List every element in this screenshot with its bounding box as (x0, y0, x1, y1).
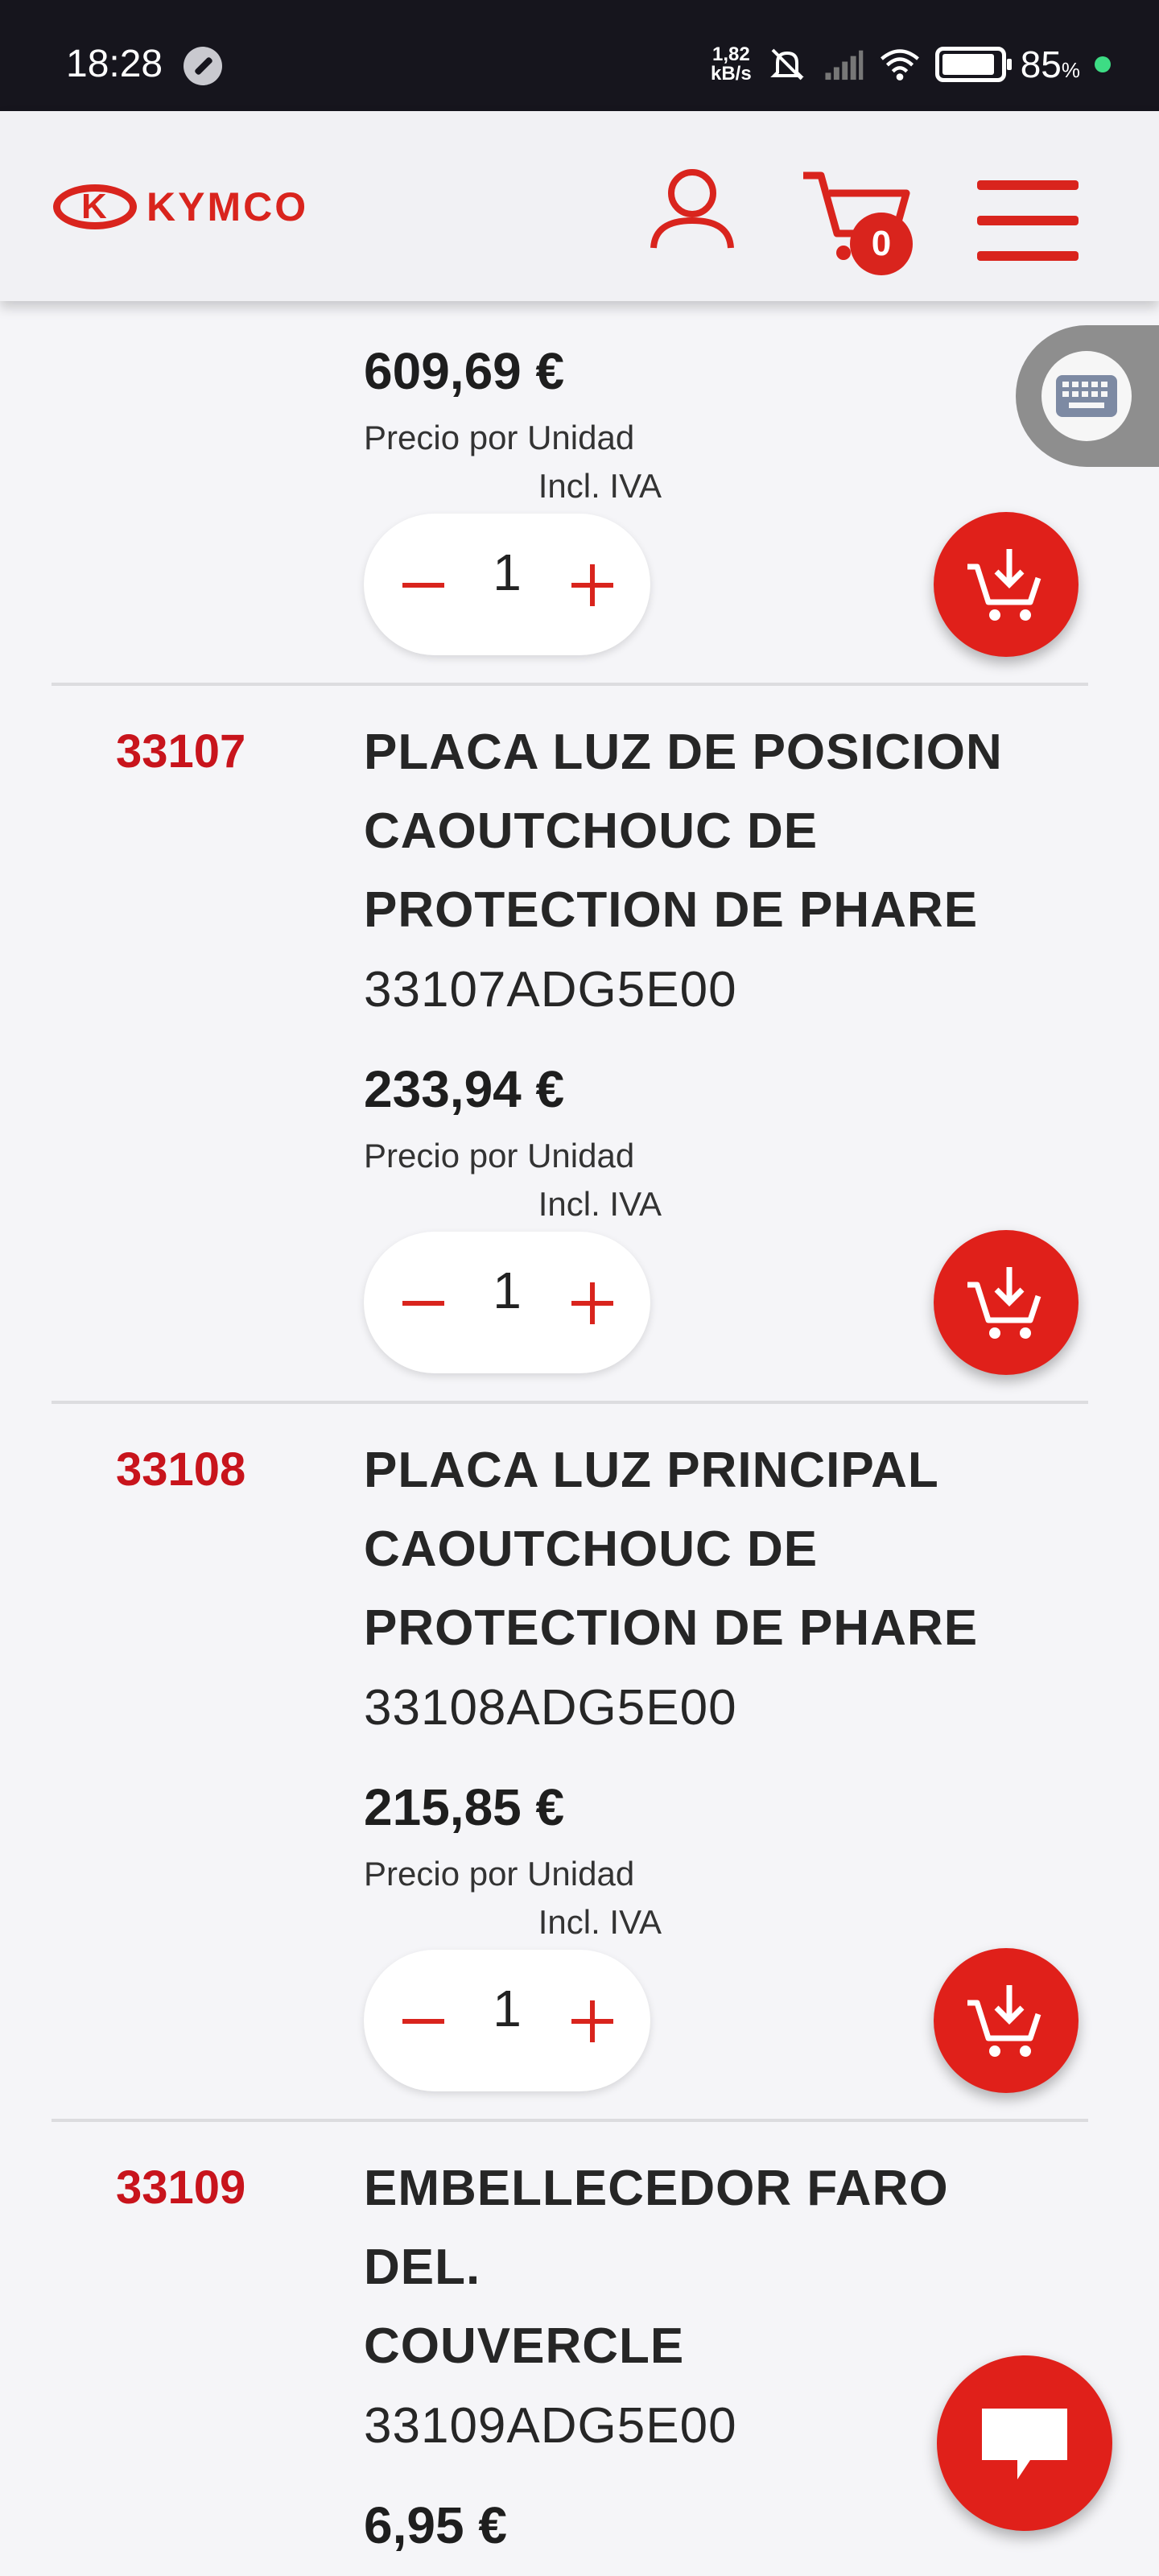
quantity-value[interactable]: 1 (460, 543, 554, 602)
quantity-increase-button[interactable] (562, 1272, 623, 1333)
quantity-increase-button[interactable] (562, 1990, 623, 2051)
quantity-stepper: 1 (364, 1232, 650, 1373)
battery-icon (934, 47, 1012, 82)
product-code[interactable]: 33107 (116, 724, 245, 778)
mute-bell-icon (769, 48, 804, 80)
status-bar: 18:28 1,82 kB/s 85% (0, 0, 1159, 111)
product-name[interactable]: PLACA LUZ PRINCIPAL CAOUTCHOUC DE PROTEC… (364, 1431, 1088, 1668)
network-speed: 1,82 kB/s (711, 45, 752, 84)
product-price: 6,95 € (364, 2496, 507, 2554)
add-to-cart-icon (967, 1267, 1041, 1339)
product-name-line: PLACA LUZ PRINCIPAL (364, 1443, 939, 1498)
price-unit-label: Precio por Unidad (364, 419, 635, 456)
add-to-cart-icon (967, 1985, 1041, 2057)
divider (52, 683, 1088, 686)
cart-count-badge: 0 (850, 213, 913, 275)
quantity-decrease-button[interactable] (393, 1990, 454, 2051)
product-name-line: PROTECTION DE PHARE (364, 1600, 979, 1656)
product-reference: 33109ADG5E00 (364, 2398, 737, 2454)
floating-keyboard-button[interactable] (1016, 325, 1159, 467)
price-unit-label: Precio por Unidad (364, 1137, 635, 1174)
quantity-decrease-button[interactable] (393, 554, 454, 615)
product-price: 609,69 € (364, 342, 565, 400)
menu-icon[interactable] (977, 180, 1079, 261)
add-to-cart-icon (967, 549, 1041, 621)
quantity-increase-button[interactable] (562, 554, 623, 615)
product-name-line: PROTECTION DE PHARE (364, 882, 979, 938)
quantity-value[interactable]: 1 (460, 1979, 554, 2038)
status-time: 18:28 (66, 43, 163, 85)
product-name-line: CAOUTCHOUC DE (364, 803, 819, 859)
network-speed-unit: kB/s (711, 63, 752, 85)
vat-label: Incl. IVA (538, 1185, 662, 1223)
product-name-line: PLACA LUZ DE POSICION (364, 724, 1003, 780)
signal-icon (825, 50, 863, 80)
product-reference: 33107ADG5E00 (364, 962, 737, 1018)
quantity-value[interactable]: 1 (460, 1261, 554, 1320)
kymco-logo-mark-icon (53, 184, 137, 229)
menu-bar (977, 251, 1079, 261)
product-name-line: CAOUTCHOUC DE (364, 1521, 819, 1577)
network-speed-value: 1,82 (711, 43, 750, 65)
add-to-cart-button[interactable] (934, 512, 1079, 657)
product-code[interactable]: 33109 (116, 2161, 245, 2215)
menu-bar (977, 216, 1079, 225)
battery-percent-value: 85 (1020, 43, 1062, 85)
product-name[interactable]: EMBELLECEDOR FARO DEL. COUVERCLE (364, 2149, 1088, 2386)
quantity-decrease-button[interactable] (393, 1272, 454, 1333)
quantity-stepper: 1 (364, 1950, 650, 2091)
wrench-icon (184, 47, 222, 85)
status-right-group: 1,82 kB/s 85% (711, 40, 1111, 89)
product-price: 233,94 € (364, 1060, 565, 1118)
user-icon[interactable] (649, 164, 736, 251)
product-name-line: EMBELLECEDOR FARO (364, 2161, 949, 2216)
vat-label: Incl. IVA (538, 1903, 662, 1941)
battery-percent-symbol: % (1061, 58, 1080, 82)
chat-button[interactable] (937, 2355, 1112, 2531)
wifi-icon (880, 49, 919, 80)
vat-label: Incl. IVA (538, 467, 662, 505)
divider (52, 1401, 1088, 1404)
product-name[interactable]: PLACA LUZ DE POSICION CAOUTCHOUC DE PROT… (364, 713, 1088, 950)
privacy-dot-icon (1095, 56, 1111, 72)
divider (52, 2119, 1088, 2122)
battery-percent: 85% (1021, 43, 1080, 86)
product-name-line: DEL. (364, 2240, 481, 2295)
price-unit-label: Precio por Unidad (364, 1855, 635, 1893)
chat-bubble-icon (982, 2409, 1067, 2479)
menu-bar (977, 180, 1079, 190)
product-price: 215,85 € (364, 1778, 565, 1836)
add-to-cart-button[interactable] (934, 1948, 1079, 2093)
add-to-cart-button[interactable] (934, 1230, 1079, 1375)
quantity-stepper: 1 (364, 514, 650, 655)
keyboard-icon (1041, 351, 1132, 441)
site-header: KYMCO (0, 111, 1159, 301)
kymco-logo[interactable]: KYMCO (53, 184, 308, 230)
logo-text: KYMCO (146, 184, 309, 229)
product-code[interactable]: 33108 (116, 1443, 245, 1496)
product-reference: 33108ADG5E00 (364, 1680, 737, 1736)
